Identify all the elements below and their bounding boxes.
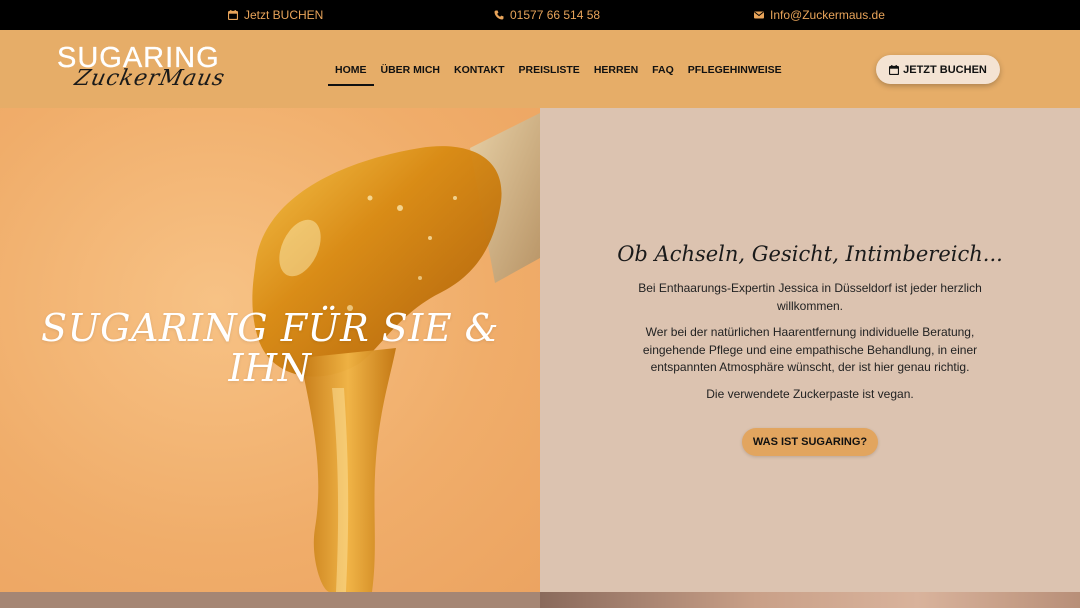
calendar-icon [889,64,900,75]
hero-heading: Ob Achseln, Gesicht, Intimbereich... [617,242,1003,266]
next-section-image [540,592,1080,608]
hero-paragraph-vegan: Die verwendete Zuckerpaste ist vegan. [706,387,914,401]
logo-script-text: ZuckerMaus [72,66,228,91]
hero-image-panel: SUGARING FÜR SIE & IHN [0,108,540,592]
book-now-label: JETZT BUCHEN [903,63,987,76]
nav-item-preisliste[interactable]: PREISLISTE [512,64,587,86]
phone-icon [494,10,504,20]
top-bar: Jetzt BUCHEN 01577 66 514 58 Info@Zucker… [0,0,1080,30]
topbar-email: Info@Zuckermaus.de [770,8,885,22]
topbar-email-link[interactable]: Info@Zuckermaus.de [754,8,885,22]
logo[interactable]: SUGARING ZuckerMaus [57,42,228,96]
next-section-left [0,592,540,608]
nav-item-faq[interactable]: FAQ [645,64,681,86]
envelope-icon [754,11,764,19]
nav-item-home[interactable]: HOME [328,64,374,86]
book-now-button[interactable]: JETZT BUCHEN [876,55,1000,84]
hero-paragraph-description: Wer bei der natürlichen Haarentfernung i… [642,325,978,374]
topbar-book-label: Jetzt BUCHEN [244,8,324,22]
topbar-book-link[interactable]: Jetzt BUCHEN [228,8,323,22]
hero-paragraph-welcome: Bei Enthaarungs-Expertin Jessica in Düss… [638,281,982,313]
main-nav: HOME ÜBER MICH KONTAKT PREISLISTE HERREN… [328,64,789,86]
calendar-icon [228,10,238,20]
topbar-phone-link[interactable]: 01577 66 514 58 [494,8,600,22]
nav-item-kontakt[interactable]: KONTAKT [447,64,512,86]
topbar-phone: 01577 66 514 58 [510,8,601,22]
nav-item-ueber-mich[interactable]: ÜBER MICH [374,64,448,86]
what-is-sugaring-button[interactable]: WAS IST SUGARING? [742,428,878,456]
nav-item-pflegehinweise[interactable]: PFLEGEHINWEISE [681,64,789,86]
hero-title: SUGARING FÜR SIE & IHN [41,306,499,390]
hero-text-panel: Ob Achseln, Gesicht, Intimbereich... Bei… [540,108,1080,592]
site-header: SUGARING ZuckerMaus HOME ÜBER MICH KONTA… [0,30,1080,108]
nav-item-herren[interactable]: HERREN [587,64,645,86]
